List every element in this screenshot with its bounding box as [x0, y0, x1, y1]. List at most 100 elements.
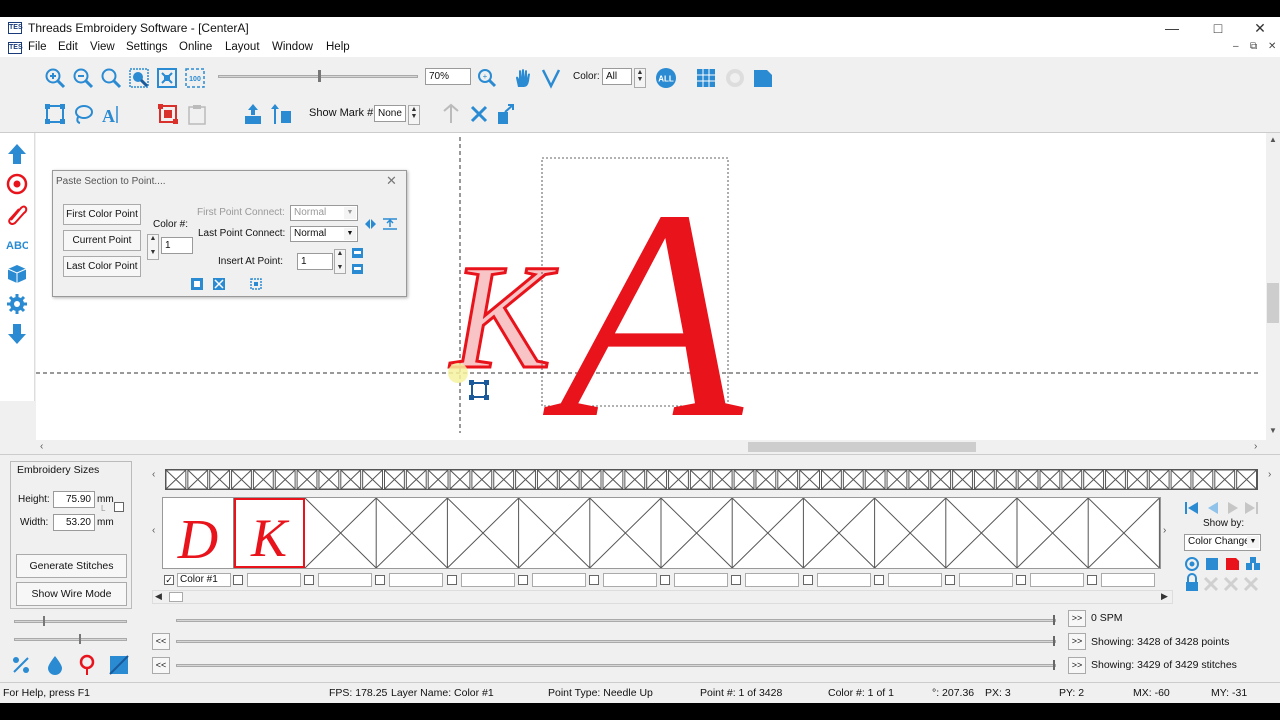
mdi-close-button[interactable]: ✕ [1268, 41, 1276, 52]
grid-icon[interactable] [695, 67, 717, 89]
swatch-checkbox[interactable] [873, 575, 884, 585]
pin-icon[interactable] [76, 654, 96, 675]
zoom-input[interactable]: 70% [425, 68, 471, 85]
arrow-down-icon[interactable] [6, 323, 28, 345]
stitches-track-thumb[interactable] [1053, 660, 1055, 670]
width-input[interactable]: 53.20 [53, 514, 95, 531]
zoom-slider[interactable] [218, 70, 418, 82]
empty-swatches[interactable] [305, 498, 1160, 568]
dialog-action-icons[interactable] [190, 277, 262, 291]
density-slider-thumb[interactable] [79, 634, 81, 644]
first-color-point-button[interactable]: First Color Point [63, 204, 141, 225]
zoom-out-icon[interactable] [72, 67, 94, 89]
text-tool-icon[interactable]: A [100, 103, 122, 126]
swatch-scroll-left-icon[interactable]: ‹ [152, 525, 155, 536]
color-filter-input[interactable]: All [602, 68, 632, 85]
all-colors-icon[interactable]: ALL [655, 67, 677, 89]
swatch-label-field[interactable] [1101, 573, 1156, 587]
swatch-label-field[interactable] [247, 573, 301, 587]
menu-layout[interactable]: Layout [225, 41, 260, 53]
show-by-select[interactable]: Color Change ▼ [1184, 534, 1261, 551]
swatch-label-field[interactable] [887, 573, 942, 587]
swatch-checkbox[interactable] [945, 575, 955, 585]
select-icon[interactable] [540, 67, 562, 89]
insert-at-point-input[interactable]: 1 [297, 253, 333, 270]
scroll-right-icon[interactable]: › [1254, 441, 1257, 452]
swatch-checkbox[interactable] [375, 575, 386, 585]
canvas-vertical-scrollbar[interactable]: ▲ ▼ [1266, 133, 1280, 440]
density-slider[interactable] [14, 634, 127, 644]
swatch-checkbox[interactable] [660, 575, 671, 585]
mark-icon[interactable] [440, 103, 462, 125]
color-number-spinner[interactable]: ▲ ▼ [147, 234, 159, 260]
swatch-checkbox[interactable] [517, 575, 528, 585]
mdi-minimize-button[interactable]: – [1233, 41, 1239, 52]
show-mark-spinner[interactable]: ▲ ▼ [408, 105, 420, 125]
swatch-horizontal-scrollbar[interactable]: ◀ ▶ [152, 590, 1173, 604]
swatch-label-field[interactable] [674, 573, 729, 587]
arrow-up-icon[interactable] [6, 143, 28, 165]
gear-icon[interactable] [6, 293, 28, 315]
fit-to-window-icon[interactable] [156, 67, 178, 89]
maximize-button[interactable]: □ [1203, 17, 1233, 39]
zoom-options-icon[interactable]: + [476, 67, 498, 89]
next-points-button[interactable]: >> [1068, 633, 1086, 650]
swatch-label-field[interactable] [318, 573, 373, 587]
points-track-thumb[interactable] [1053, 636, 1055, 646]
zoom-icon[interactable] [100, 67, 122, 89]
swatch-scroll-right-icon[interactable]: › [1163, 525, 1166, 536]
swatch-label-field[interactable] [531, 573, 586, 587]
lock-ratio-checkbox[interactable] [114, 502, 124, 512]
hscroll-thumb[interactable] [748, 442, 976, 452]
points-track[interactable] [176, 636, 1056, 646]
swatch-checkbox[interactable] [802, 575, 813, 585]
swatch-hscroll-thumb[interactable] [169, 592, 183, 602]
clipboard-icon[interactable] [186, 103, 208, 125]
goto-mark-icon[interactable] [495, 103, 517, 125]
swatch-letter-k[interactable]: K [234, 498, 305, 568]
swatch-label-field[interactable] [1030, 573, 1085, 587]
menu-settings[interactable]: Settings [126, 41, 168, 53]
lasso-icon[interactable] [72, 103, 94, 125]
zoom-slider-thumb[interactable] [318, 70, 321, 82]
swatch-checkbox[interactable] [589, 575, 599, 585]
swatch-label-field[interactable] [603, 573, 657, 587]
menu-view[interactable]: View [90, 41, 115, 53]
color-1-checkbox[interactable]: ✓ [164, 575, 174, 585]
prev-points-button[interactable]: << [152, 633, 170, 650]
swatch-checkbox[interactable] [304, 575, 315, 585]
group-icon[interactable] [157, 103, 179, 125]
scroll-down-icon[interactable]: ▼ [1269, 426, 1277, 435]
strip-scroll-left-icon[interactable]: ‹ [152, 469, 155, 480]
swatch-checkbox[interactable] [1016, 575, 1027, 585]
first-point-connect-select[interactable]: Normal ▼ [290, 205, 358, 221]
paperclip-icon[interactable] [6, 203, 28, 225]
paste-options-icon[interactable] [351, 246, 364, 276]
swatch-checkbox[interactable] [1087, 575, 1098, 585]
current-point-button[interactable]: Current Point [63, 230, 141, 251]
speed-slider-thumb[interactable] [43, 616, 45, 626]
swatch-checkbox[interactable] [233, 575, 243, 585]
swatch-checkbox[interactable] [731, 575, 742, 585]
strip-scroll-right-icon[interactable]: › [1268, 469, 1271, 480]
speed-slider[interactable] [14, 616, 127, 626]
prev-stitches-button[interactable]: << [152, 657, 170, 674]
show-mark-input[interactable]: None [374, 105, 406, 122]
align-vertical-icon[interactable] [270, 103, 292, 125]
color-strip[interactable] [165, 469, 1258, 490]
next-stitches-button[interactable]: >> [1068, 657, 1086, 674]
close-button[interactable]: ✕ [1245, 17, 1275, 39]
swatch-hscroll-right-icon[interactable]: ▶ [1161, 591, 1168, 602]
swatch-label-field[interactable] [389, 573, 444, 587]
connect-options-icon[interactable] [363, 217, 401, 231]
minimize-button[interactable]: — [1157, 17, 1187, 39]
swatch-hscroll-left-icon[interactable]: ◀ [155, 591, 162, 602]
color-filter-dropdown[interactable]: ▲ ▼ [634, 68, 646, 88]
align-top-icon[interactable] [242, 103, 264, 125]
swatch-label-field[interactable] [460, 573, 515, 587]
abc-icon[interactable]: ABC [6, 233, 30, 255]
swatch-letter-d[interactable]: D [163, 498, 234, 571]
height-input[interactable]: 75.90 [53, 491, 95, 508]
cube-icon[interactable] [6, 263, 28, 285]
stitches-track[interactable] [176, 660, 1056, 670]
